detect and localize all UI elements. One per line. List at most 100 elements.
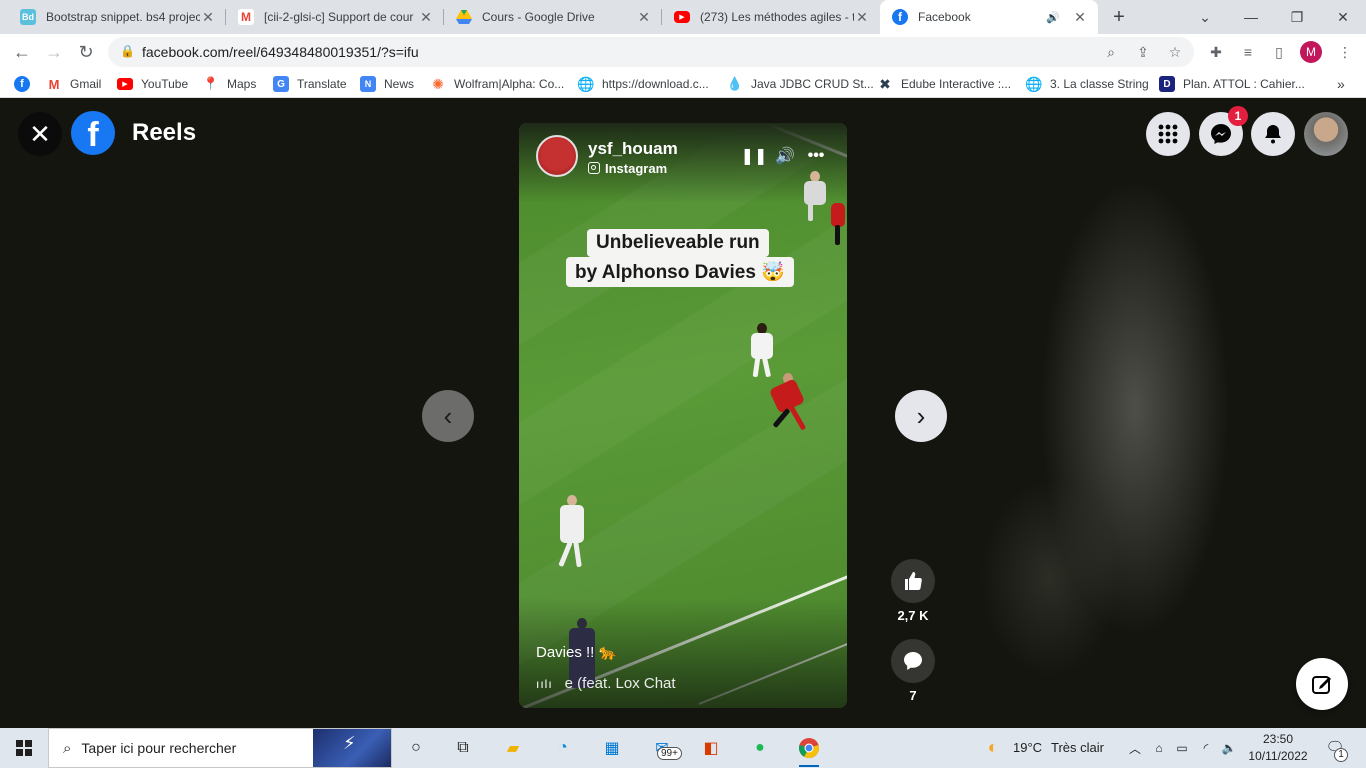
close-icon[interactable]: ✕ [200,9,216,26]
volume-icon[interactable]: 🔈 [1220,739,1238,757]
new-tab-button[interactable]: + [1106,5,1132,29]
side-panel-icon[interactable]: ▯ [1268,41,1290,63]
comment-button[interactable] [891,639,935,683]
maps-icon: 📍 [202,76,220,91]
bookmarks-overflow-icon[interactable]: » [1337,75,1345,93]
address-bar[interactable]: 🔒 facebook.com/reel/649348480019351/?s=i… [108,37,1194,67]
bookmark-classe-string[interactable]: 🌐 3. La classe String [1025,75,1149,93]
account-avatar[interactable] [1304,112,1348,156]
share-icon[interactable]: ⇪ [1132,42,1154,62]
tab-google-drive[interactable]: Cours - Google Drive ✕ [444,0,662,34]
bookmark-gmail[interactable]: M Gmail [46,75,102,93]
bookmark-facebook[interactable]: f [14,75,38,93]
volume-icon[interactable]: 🔊 [774,145,796,167]
facebook-logo-icon[interactable]: f [71,111,115,155]
gmail-icon: M [48,76,60,92]
more-options-icon[interactable]: ••• [805,145,827,167]
tab-search-icon[interactable]: ⌄ [1182,0,1228,34]
compose-icon[interactable] [1296,658,1348,710]
like-button[interactable] [891,559,935,603]
reel-description: Davies !! 🐆 [536,644,618,661]
tab-youtube[interactable]: ▶ (273) Les méthodes agiles - t ✕ [662,0,880,34]
bookmark-youtube[interactable]: ▶ YouTube [117,75,188,93]
task-view-icon[interactable]: ⧉ [447,732,479,764]
bookmark-label: 3. La classe String [1050,77,1149,91]
menu-kebab-icon[interactable]: ⋮ [1334,41,1356,63]
bookmark-translate[interactable]: G Translate [273,75,347,93]
bookmark-label: https://download.c... [602,77,709,91]
next-reel-button[interactable]: › [895,390,947,442]
window-close-icon[interactable]: ✕ [1320,0,1366,34]
spotify-icon[interactable]: ● [744,732,776,764]
file-explorer-icon[interactable]: ▰ [497,732,529,764]
d-icon: D [1159,76,1175,92]
uploader-name[interactable]: ysf_houam [588,139,678,159]
lock-icon[interactable]: 🔒 [120,44,135,58]
bookmark-edube[interactable]: ✖ Edube Interactive :... [877,75,1011,93]
weather-description[interactable]: Très clair [1051,740,1104,755]
weather-temp[interactable]: 19°C [1013,740,1042,755]
url-text[interactable]: facebook.com/reel/649348480019351/?s=ifu [142,44,419,60]
search-icon: ⌕ [63,739,72,757]
google-drive-icon [456,9,472,25]
extensions-icon[interactable]: ✚ [1205,41,1227,63]
close-icon[interactable]: ✕ [1072,9,1088,26]
pause-icon[interactable]: ❚❚ [741,145,768,167]
bookmark-plan-attol[interactable]: D Plan. ATTOL : Cahier... [1159,75,1305,93]
bookmark-java-jdbc[interactable]: 💧 Java JDBC CRUD St... [727,75,874,93]
tab-bootstrap[interactable]: Bd Bootstrap snippet. bs4 projec ✕ [8,0,226,34]
media-control-icon[interactable]: ≡ [1237,41,1259,63]
weather-icon[interactable]: ◐ [982,736,1004,758]
bookmark-news[interactable]: N News [360,75,414,93]
restore-icon[interactable]: ❐ [1274,0,1320,34]
wifi-icon[interactable]: ◜ [1197,739,1215,757]
meet-now-icon[interactable]: ⌂ [1150,739,1168,757]
menu-grid-icon[interactable] [1146,112,1190,156]
reel-video[interactable]: ysf_houam Instagram ❚❚ 🔊 ••• Unbelieveab… [519,123,847,708]
music-track: e (feat. Lox Chat [564,675,676,692]
search-highlight-image[interactable]: ⚡ [313,729,391,767]
audio-wave-icon: ıılı [536,676,553,691]
browser-toolbar: ← → ↻ 🔒 facebook.com/reel/64934848001935… [0,34,1366,70]
bootdey-icon: Bd [20,9,36,25]
zoom-icon[interactable]: ⌕ [1100,42,1122,62]
taskbar-search[interactable]: ⌕ Taper ici pour rechercher ⚡ [48,728,392,768]
audio-playing-icon[interactable]: 🔊 [1046,11,1060,24]
show-hidden-icons-icon[interactable]: ︿ [1126,739,1144,757]
office-icon[interactable]: ◧ [695,732,727,764]
globe-icon: 🌐 [1025,75,1043,92]
source-label: Instagram [605,161,668,176]
minimize-icon[interactable]: — [1228,0,1274,34]
cortana-icon[interactable]: ○ [400,732,432,764]
chrome-icon[interactable] [793,732,825,767]
taskbar-clock[interactable]: 23:50 10/11/2022 [1248,731,1308,765]
facebook-icon: f [892,9,908,25]
back-icon[interactable]: ← [7,37,37,67]
close-icon[interactable]: ✕ [854,9,870,26]
bookmark-star-icon[interactable]: ☆ [1164,42,1186,62]
close-reels-button[interactable]: ✕ [18,112,62,156]
java-icon: 💧 [726,76,744,91]
close-icon[interactable]: ✕ [418,9,434,26]
bookmark-wolfram[interactable]: ✺ Wolfram|Alpha: Co... [430,75,564,93]
bookmark-maps[interactable]: 📍 Maps [203,75,256,93]
edge-icon[interactable]: ◔ [547,732,579,764]
windows-start-icon[interactable] [0,728,48,768]
close-icon[interactable]: ✕ [636,9,652,26]
uploader-avatar[interactable] [536,135,578,177]
microsoft-store-icon[interactable]: ▦ [596,732,628,764]
tab-facebook[interactable]: f Facebook 🔊 ✕ [880,0,1098,34]
battery-icon[interactable]: ▭ [1173,739,1191,757]
previous-reel-button[interactable]: ‹ [422,390,474,442]
profile-avatar[interactable]: M [1300,41,1322,63]
instagram-icon [588,162,600,174]
translate-icon: G [273,76,289,92]
notifications-bell-icon[interactable] [1251,112,1295,156]
tab-gmail[interactable]: M [cii-2-glsi-c] Support de cour ✕ [226,0,444,34]
forward-icon[interactable]: → [39,37,69,67]
bookmark-download[interactable]: 🌐 https://download.c... [577,75,709,93]
reel-music[interactable]: ıılı e (feat. Lox Chat [536,675,676,692]
reload-icon[interactable]: ↻ [71,37,101,67]
search-placeholder[interactable]: Taper ici pour rechercher [81,740,236,756]
notification-badge: 1 [1334,748,1348,762]
